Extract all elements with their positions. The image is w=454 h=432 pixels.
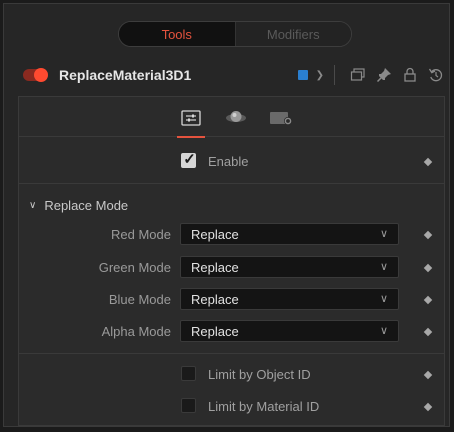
red-mode-label: Red Mode bbox=[111, 227, 171, 242]
limit-object-checkbox[interactable] bbox=[181, 366, 196, 381]
dropdown-value: Replace bbox=[191, 226, 239, 242]
red-mode-row: Red Mode Replace ∨ bbox=[19, 221, 444, 249]
enable-checkbox[interactable]: ✓ bbox=[181, 150, 196, 168]
green-mode-dropdown[interactable]: Replace ∨ bbox=[180, 256, 399, 278]
section-title: Replace Mode bbox=[44, 198, 129, 213]
keyframe-diamond-icon[interactable] bbox=[423, 402, 433, 412]
keyframe-diamond-icon[interactable] bbox=[423, 370, 433, 380]
node-name: ReplaceMaterial3D1 bbox=[59, 67, 192, 83]
section-divider bbox=[19, 353, 444, 354]
keyframe-diamond-icon[interactable] bbox=[423, 263, 433, 273]
controls-tab-icon[interactable] bbox=[177, 107, 205, 138]
enable-label: Enable bbox=[208, 154, 249, 169]
pin-icon[interactable] bbox=[373, 65, 395, 85]
inspector-window: Tools Modifiers ReplaceMaterial3D1 ❯ ✓ E… bbox=[3, 3, 450, 427]
chevron-down-icon: ∨ bbox=[379, 228, 388, 240]
keyframe-diamond-icon[interactable] bbox=[423, 295, 433, 305]
alpha-mode-row: Alpha Mode Replace ∨ bbox=[19, 318, 444, 346]
chevron-down-icon: ∨ bbox=[379, 293, 388, 305]
checkmark-icon: ✓ bbox=[183, 150, 196, 168]
toggle-knob bbox=[34, 68, 48, 82]
reset-icon[interactable] bbox=[425, 65, 447, 85]
green-mode-row: Green Mode Replace ∨ bbox=[19, 254, 444, 282]
alpha-mode-dropdown[interactable]: Replace ∨ bbox=[180, 320, 399, 342]
node-enable-toggle[interactable] bbox=[23, 68, 48, 82]
keyframe-diamond-icon[interactable] bbox=[423, 327, 433, 337]
keyframe-diamond-icon[interactable] bbox=[423, 230, 433, 240]
blue-mode-dropdown[interactable]: Replace ∨ bbox=[180, 288, 399, 310]
green-mode-label: Green Mode bbox=[98, 260, 171, 275]
blue-mode-label: Blue Mode bbox=[108, 292, 171, 307]
chevron-down-icon: ∨ bbox=[29, 200, 37, 211]
dropdown-value: Replace bbox=[191, 291, 239, 307]
chevron-down-icon: ∨ bbox=[379, 261, 388, 273]
enable-row: ✓ Enable bbox=[19, 148, 444, 176]
alpha-mode-label: Alpha Mode bbox=[101, 324, 171, 339]
keyframe-diamond-icon[interactable] bbox=[423, 157, 433, 167]
tool-controls-panel: ✓ Enable ∨ Replace Mode Red Mode Replace… bbox=[18, 96, 445, 426]
header-divider bbox=[334, 65, 335, 85]
inspector-tabbar: Tools Modifiers bbox=[118, 21, 352, 47]
node-color-swatch[interactable] bbox=[297, 70, 308, 80]
material-tab-icon[interactable] bbox=[222, 107, 250, 129]
node-header: ReplaceMaterial3D1 ❯ bbox=[11, 58, 451, 92]
chevron-down-icon: ∨ bbox=[379, 325, 388, 337]
dropdown-value: Replace bbox=[191, 259, 239, 275]
tab-tools[interactable]: Tools bbox=[119, 22, 236, 46]
limit-material-label: Limit by Material ID bbox=[208, 399, 320, 414]
settings-tab-icon[interactable] bbox=[267, 107, 295, 129]
node-header-tools: ❯ bbox=[297, 58, 451, 92]
blue-mode-row: Blue Mode Replace ∨ bbox=[19, 286, 444, 314]
limit-material-checkbox[interactable] bbox=[181, 398, 196, 413]
versions-icon[interactable] bbox=[347, 65, 369, 85]
red-mode-dropdown[interactable]: Replace ∨ bbox=[180, 223, 399, 245]
limit-material-row: Limit by Material ID bbox=[19, 393, 444, 421]
limit-object-row: Limit by Object ID bbox=[19, 361, 444, 389]
chevron-down-icon[interactable]: ❯ bbox=[316, 70, 324, 81]
tab-modifiers[interactable]: Modifiers bbox=[235, 22, 351, 46]
section-divider bbox=[19, 183, 444, 184]
limit-object-label: Limit by Object ID bbox=[208, 367, 311, 382]
replace-mode-section-header[interactable]: ∨ Replace Mode bbox=[29, 198, 128, 213]
dropdown-value: Replace bbox=[191, 323, 239, 339]
lock-icon[interactable] bbox=[399, 65, 421, 85]
control-page-tabs bbox=[19, 97, 444, 138]
